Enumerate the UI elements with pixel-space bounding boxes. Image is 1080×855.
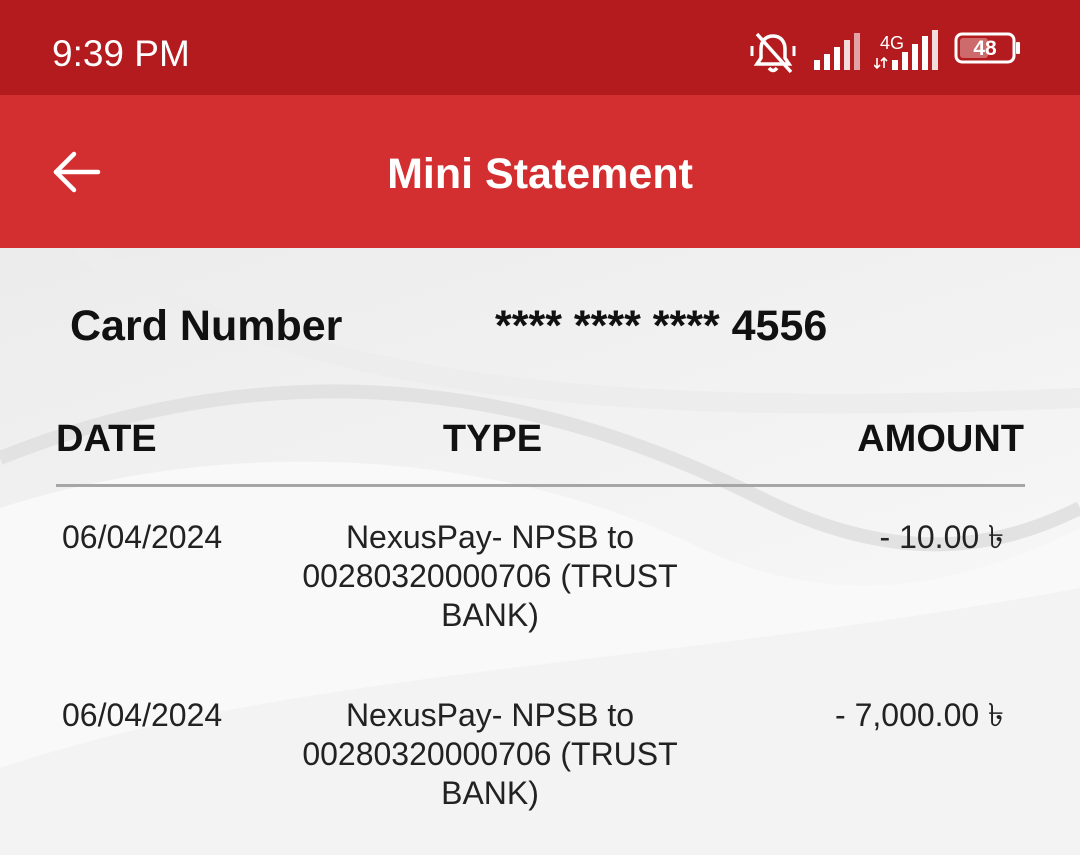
row-amount: - 7,000.00 ৳ xyxy=(835,697,1004,733)
app-bar: Mini Statement xyxy=(0,95,1080,248)
status-bar: 9:39 PM 4G 48 xyxy=(0,0,1080,95)
header-divider xyxy=(56,484,1025,487)
column-header-type: TYPE xyxy=(442,418,543,460)
row-type: NexusPay- NPSB to 00280320000706 (TRUST … xyxy=(302,697,678,811)
statement-content: Card Number **** **** **** 4556 DATE TYP… xyxy=(0,248,1080,855)
battery-level: 48 xyxy=(973,37,997,60)
row-amount: - 10.00 ৳ xyxy=(879,519,1004,555)
card-number-label: Card Number xyxy=(70,302,343,350)
network-type-label: 4G xyxy=(879,33,904,53)
table-row: 06/04/2024 NexusPay- NPSB to 00280320000… xyxy=(0,696,1080,836)
row-date: 06/04/2024 xyxy=(62,697,223,733)
column-header-amount: AMOUNT xyxy=(857,418,1024,460)
table-row: 06/04/2024 NexusPay- NPSB to 00280320000… xyxy=(0,518,1080,658)
page-title: Mini Statement xyxy=(387,150,693,198)
row-type: NexusPay- NPSB to 00280320000706 (TRUST … xyxy=(302,519,678,633)
card-number-value: **** **** **** 4556 xyxy=(495,302,828,350)
signal-icon xyxy=(814,33,860,70)
mute-notifications-icon xyxy=(750,32,796,74)
row-date: 06/04/2024 xyxy=(62,519,223,555)
status-time: 9:39 PM xyxy=(52,33,190,74)
